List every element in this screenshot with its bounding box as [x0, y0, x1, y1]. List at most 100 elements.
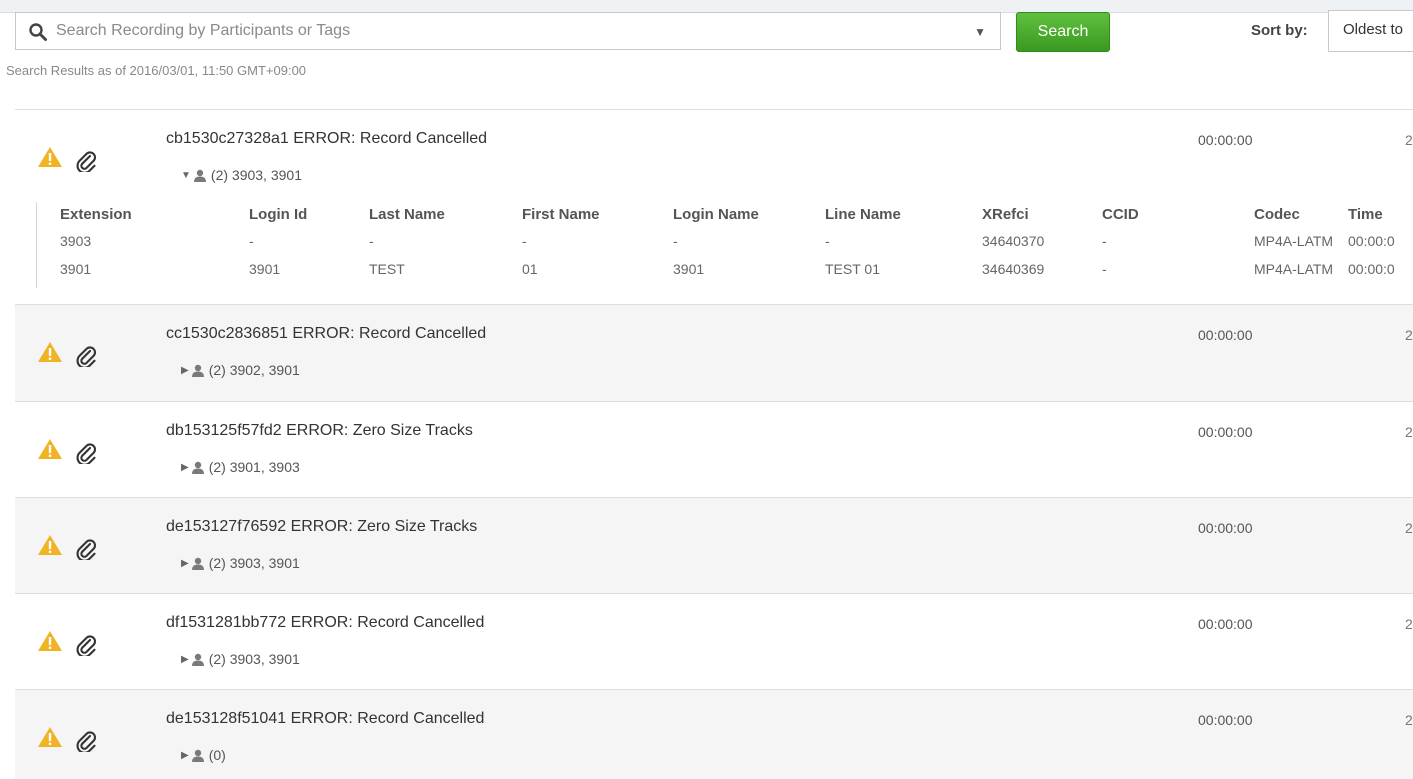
cell-login-id: 3901	[249, 261, 281, 277]
header-line-name: Line Name	[825, 206, 901, 223]
cell-extension: 3901	[60, 261, 92, 277]
warning-icon	[38, 439, 62, 459]
cell-last-name: TEST	[369, 261, 405, 277]
cell-login-id: -	[249, 233, 254, 249]
cell-first-name: 01	[522, 261, 538, 277]
cell-xrefci: 34640369	[982, 261, 1045, 277]
duration: 00:00:00	[1198, 327, 1253, 343]
caret-right-icon[interactable]: ▶	[181, 462, 189, 473]
cell-last-name: -	[369, 233, 374, 249]
participants-label: (2) 3903, 3901	[208, 651, 300, 667]
header-extension: Extension	[60, 206, 132, 223]
paperclip-icon	[76, 539, 97, 560]
search-button[interactable]: Search	[1016, 12, 1110, 52]
header-login-name: Login Name	[673, 206, 759, 223]
recording-row[interactable]: db153125f57fd2 ERROR: Zero Size Tracks ▶ (…	[15, 401, 1413, 497]
truncated-column-value: 2	[1405, 327, 1413, 343]
cell-ccid: -	[1102, 233, 1107, 249]
cell-first-name: -	[522, 233, 527, 249]
warning-icon	[38, 342, 62, 362]
truncated-column-value: 2	[1405, 520, 1413, 536]
caret-right-icon[interactable]: ▶	[181, 750, 189, 761]
truncated-column-value: 2	[1405, 712, 1413, 728]
person-icon	[193, 169, 206, 182]
results-timestamp: Search Results as of 2016/03/01, 11:50 G…	[6, 63, 307, 78]
paperclip-icon	[76, 151, 97, 172]
search-input[interactable]	[56, 13, 956, 49]
recording-row[interactable]: de153127f76592 ERROR: Zero Size Tracks ▶ (…	[15, 497, 1413, 593]
participants-label: (0)	[208, 747, 226, 763]
chevron-down-icon[interactable]: ▼	[974, 25, 986, 39]
duration: 00:00:00	[1198, 616, 1253, 632]
header-last-name: Last Name	[369, 206, 445, 223]
cell-line-name: -	[825, 233, 830, 249]
recording-list: cb1530c27328a1 ERROR: Record Cancelled ▼ (…	[15, 109, 1413, 779]
duration: 00:00:00	[1198, 520, 1253, 536]
cell-login-name: 3901	[673, 261, 705, 277]
cell-time: 00:00:0	[1348, 261, 1395, 277]
header-codec: Codec	[1254, 206, 1300, 223]
header-login-id: Login Id	[249, 206, 308, 223]
cell-line-name: TEST 01	[825, 261, 880, 277]
cell-xrefci: 34640370	[982, 233, 1045, 249]
truncated-column-value: 2	[1405, 132, 1413, 148]
caret-right-icon[interactable]: ▶	[181, 558, 189, 569]
participants-toggle[interactable]: ▶ (2) 3903, 3901	[181, 555, 300, 571]
header-xrefci: XRefci	[982, 206, 1029, 223]
header-ccid: CCID	[1102, 206, 1139, 223]
paperclip-icon	[76, 443, 97, 464]
person-icon	[191, 749, 204, 762]
search-icon	[29, 23, 47, 41]
participants-label: (2) 3901, 3903	[208, 459, 300, 475]
duration: 00:00:00	[1198, 424, 1253, 440]
recording-title[interactable]: cc1530c2836851 ERROR: Record Cancelled	[166, 325, 486, 343]
recording-row[interactable]: de153128f51041 ERROR: Record Cancelled ▶ (…	[15, 689, 1413, 779]
header-first-name: First Name	[522, 206, 600, 223]
warning-icon	[38, 631, 62, 651]
paperclip-icon	[76, 346, 97, 367]
truncated-column-value: 2	[1405, 616, 1413, 632]
cell-ccid: -	[1102, 261, 1107, 277]
cell-login-name: -	[673, 233, 678, 249]
detail-divider	[36, 202, 37, 288]
recording-title[interactable]: df1531281bb772 ERROR: Record Cancelled	[166, 614, 484, 632]
warning-icon	[38, 727, 62, 747]
participants-toggle[interactable]: ▼ (2) 3903, 3901	[181, 167, 302, 183]
duration: 00:00:00	[1198, 132, 1253, 148]
header-time: Time	[1348, 206, 1383, 223]
recording-row[interactable]: cc1530c2836851 ERROR: Record Cancelled ▶ (…	[15, 304, 1413, 401]
participants-toggle[interactable]: ▶ (2) 3901, 3903	[181, 459, 300, 475]
person-icon	[191, 364, 204, 377]
person-icon	[191, 557, 204, 570]
person-icon	[191, 653, 204, 666]
participants-toggle[interactable]: ▶ (2) 3902, 3901	[181, 362, 300, 378]
cell-time: 00:00:0	[1348, 233, 1395, 249]
recording-row[interactable]: df1531281bb772 ERROR: Record Cancelled ▶ (…	[15, 593, 1413, 689]
participants-label: (2) 3903, 3901	[210, 167, 302, 183]
paperclip-icon	[76, 635, 97, 656]
caret-right-icon[interactable]: ▶	[181, 654, 189, 665]
recording-title[interactable]: cb1530c27328a1 ERROR: Record Cancelled	[166, 130, 487, 148]
recording-title[interactable]: de153128f51041 ERROR: Record Cancelled	[166, 710, 484, 728]
cell-codec: MP4A-LATM	[1254, 233, 1334, 249]
caret-down-icon[interactable]: ▼	[181, 170, 191, 181]
recording-title[interactable]: db153125f57fd2 ERROR: Zero Size Tracks	[166, 422, 473, 440]
participants-toggle[interactable]: ▶ (2) 3903, 3901	[181, 651, 300, 667]
recording-title[interactable]: de153127f76592 ERROR: Zero Size Tracks	[166, 518, 477, 536]
caret-right-icon[interactable]: ▶	[181, 365, 189, 376]
truncated-column-value: 2	[1405, 424, 1413, 440]
sort-select[interactable]: Oldest to	[1328, 10, 1413, 52]
cell-extension: 3903	[60, 233, 92, 249]
participants-label: (2) 3903, 3901	[208, 555, 300, 571]
person-icon	[191, 461, 204, 474]
sort-label: Sort by:	[1251, 22, 1308, 39]
search-box[interactable]: ▼	[15, 12, 1001, 50]
recording-row[interactable]: cb1530c27328a1 ERROR: Record Cancelled ▼ (…	[15, 109, 1413, 304]
participants-toggle[interactable]: ▶ (0)	[181, 747, 226, 763]
cell-codec: MP4A-LATM	[1254, 261, 1334, 277]
warning-icon	[38, 535, 62, 555]
duration: 00:00:00	[1198, 712, 1253, 728]
paperclip-icon	[76, 731, 97, 752]
participants-label: (2) 3902, 3901	[208, 362, 300, 378]
warning-icon	[38, 147, 62, 167]
